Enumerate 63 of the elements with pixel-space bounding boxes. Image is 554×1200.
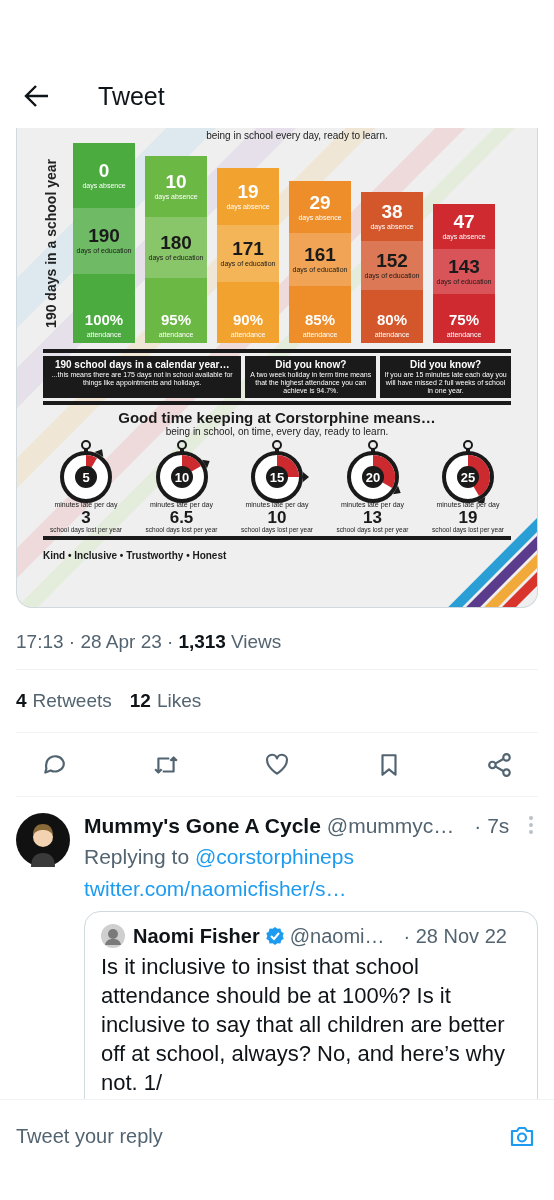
days-lost-number: 3 xyxy=(81,509,91,526)
education-number: 171 xyxy=(232,238,264,259)
stopwatch-icon xyxy=(251,440,309,503)
author-handle: @mummyc… xyxy=(326,814,455,838)
views-count: 1,313 xyxy=(178,630,226,653)
views-label: Views xyxy=(230,630,282,653)
infographic-heading: Good time keeping at Corstorphine means… xyxy=(117,409,437,426)
education-number: 180 xyxy=(160,233,192,253)
minutes-number: 10 xyxy=(174,470,189,485)
education-number: 143 xyxy=(448,257,480,278)
stat-link[interactable]: 4 Retweets xyxy=(16,690,112,712)
school-values: Kind • Inclusive • Trustworthy • Honest xyxy=(43,550,228,561)
axis-label: 190 days in a school year xyxy=(43,158,59,328)
minutes-number: 5 xyxy=(82,470,90,485)
attendance-percent: 90% xyxy=(233,310,263,330)
absence-number: 38 xyxy=(381,202,403,223)
infographic-subheading: being in school, on time, every day, ready to learn. xyxy=(164,426,390,437)
fact-title: 190 school days in a calendar year… xyxy=(54,359,230,371)
quoted-time: · 28 Nov 22 xyxy=(403,924,507,948)
quoted-author-handle: @naomi… xyxy=(289,924,385,948)
attendance-percent: 75% xyxy=(449,310,479,330)
attendance-percent: 100% xyxy=(84,310,124,330)
absence-number: 10 xyxy=(165,172,187,192)
avatar xyxy=(101,924,125,948)
days-lost-number: 10 xyxy=(267,509,287,526)
attendance-percent: 95% xyxy=(161,310,191,330)
page-title: Tweet xyxy=(98,82,165,110)
minutes-number: 25 xyxy=(460,470,476,485)
stopwatch-icon xyxy=(346,440,401,503)
education-number: 190 xyxy=(88,226,120,247)
stopwatch-icon xyxy=(155,440,210,503)
back-arrow-icon xyxy=(24,84,50,108)
share-button[interactable] xyxy=(486,750,514,779)
absence-number: 47 xyxy=(453,212,475,233)
days-lost-number: 19 xyxy=(458,509,478,526)
absence-number: 0 xyxy=(98,161,110,182)
quoted-author-name: Naomi Fisher xyxy=(133,924,260,948)
more-icon xyxy=(528,814,534,835)
fact-title: Did you know? xyxy=(275,359,347,371)
stopwatch-icon xyxy=(60,440,112,503)
attendance-percent: 85% xyxy=(305,310,335,330)
stat-link[interactable]: 12 Likes xyxy=(129,690,202,712)
quoted-tweet-text: Is it inclusive to insist that school attendance should be at 100%? Is it inclusive to say that all children are better off at school, always? No, and here’s why not. 1/ xyxy=(101,953,506,1097)
days-lost-number: 13 xyxy=(363,509,382,526)
attendance-percent: 80% xyxy=(377,310,407,330)
avatar xyxy=(16,813,70,867)
education-number: 161 xyxy=(304,245,336,266)
days-lost-number: 6.5 xyxy=(169,509,194,526)
heart-icon xyxy=(264,751,290,778)
tweet-timestamp: 17:13 · 28 Apr 23 · xyxy=(16,630,174,653)
camera-icon xyxy=(509,1124,535,1148)
infographic-tagline: being in school every day, ready to learn. xyxy=(205,130,389,141)
absence-number: 29 xyxy=(309,192,331,213)
minutes-number: 20 xyxy=(365,470,380,485)
education-number: 152 xyxy=(376,251,408,272)
stopwatch-icon xyxy=(442,440,494,503)
share-icon xyxy=(487,751,513,778)
author-name: Mummy's Gone A Cycle xyxy=(84,814,321,838)
absence-number: 19 xyxy=(237,181,259,202)
fact-title: Did you know? xyxy=(410,359,482,371)
minutes-number: 15 xyxy=(269,470,285,485)
reply-time: · 7s xyxy=(474,814,510,838)
replying-to-label: Replying to xyxy=(84,845,190,868)
